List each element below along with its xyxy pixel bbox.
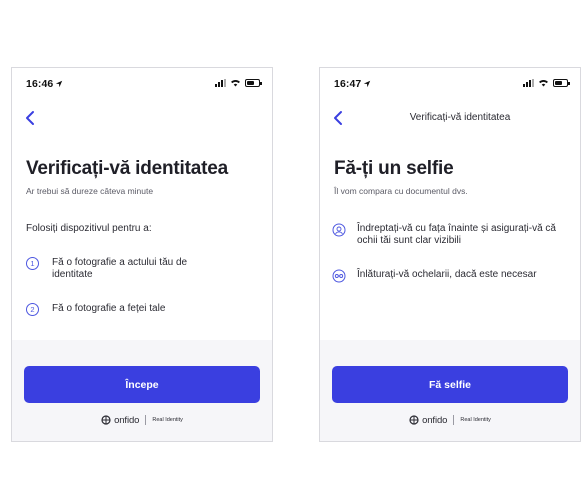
face-icon [332, 223, 346, 237]
page-subtitle: Ar trebui să dureze câteva minute [26, 186, 154, 196]
signal-icon [215, 79, 226, 87]
page-title: Fă-ți un selfie [334, 158, 454, 179]
brand-name: onfido [422, 414, 448, 426]
location-arrow-icon [364, 80, 371, 88]
battery-icon [245, 79, 262, 87]
glasses-icon [332, 269, 346, 283]
back-button[interactable] [22, 108, 40, 128]
step-text: Fă o fotografie a feței tale [52, 303, 166, 314]
back-button[interactable] [330, 108, 348, 128]
footer-branding: onfido Real Identity [320, 414, 580, 426]
brand-name: onfido [114, 414, 140, 426]
list-item: 1 Fă o fotografie a actului tău de ident… [26, 257, 262, 281]
steps-list: 1 Fă o fotografie a actului tău de ident… [26, 257, 262, 316]
start-button[interactable]: Începe [24, 366, 260, 403]
guidance-text: Îndreptați-vă cu fața înainte și asigura… [357, 223, 556, 246]
chevron-left-icon [334, 111, 342, 125]
status-time: 16:46 [26, 78, 63, 90]
step-text: Fă o fotografie a actului tău de identit… [52, 257, 188, 280]
status-bar: 16:46 [12, 78, 272, 92]
footer-branding: onfido Real Identity [12, 414, 272, 426]
wifi-icon [539, 79, 548, 87]
guidance-text: Înlăturați-vă ochelarii, dacă este neces… [357, 269, 537, 280]
brand-tagline: Real Identity [152, 417, 183, 423]
step-number-badge: 1 [26, 257, 39, 270]
phone-screen-intro: 16:46 Verificați-vă identitatea Ar trebu… [11, 67, 273, 442]
brand-tagline: Real Identity [460, 417, 491, 423]
divider [145, 415, 147, 425]
location-arrow-icon [56, 80, 63, 88]
battery-icon [553, 79, 570, 87]
onfido-logo-icon [409, 415, 419, 425]
status-icons [523, 79, 570, 87]
take-selfie-button[interactable]: Fă selfie [332, 366, 568, 403]
header-title: Verificați-vă identitatea [409, 112, 511, 123]
signal-icon [523, 79, 534, 87]
chevron-left-icon [26, 111, 34, 125]
list-item: Înlăturați-vă ochelarii, dacă este neces… [332, 269, 566, 283]
phone-screen-selfie: 16:47 Verificați-vă identitatea Fă-ți un… [319, 67, 581, 442]
wifi-icon [231, 79, 240, 87]
divider [453, 415, 455, 425]
page-subtitle: Îl vom compara cu documentul dvs. [334, 186, 468, 196]
onfido-logo-icon [101, 415, 111, 425]
status-bar: 16:47 [320, 78, 580, 92]
status-time: 16:47 [334, 78, 371, 90]
step-number-badge: 2 [26, 303, 39, 316]
guidance-list: Îndreptați-vă cu fața înainte și asigura… [332, 223, 566, 283]
intro-text: Folosiți dispozitivul pentru a: [26, 223, 152, 234]
status-icons [215, 79, 262, 87]
list-item: 2 Fă o fotografie a feței tale [26, 303, 262, 316]
list-item: Îndreptați-vă cu fața înainte și asigura… [332, 223, 566, 247]
page-title: Verificați-vă identitatea [26, 158, 228, 179]
